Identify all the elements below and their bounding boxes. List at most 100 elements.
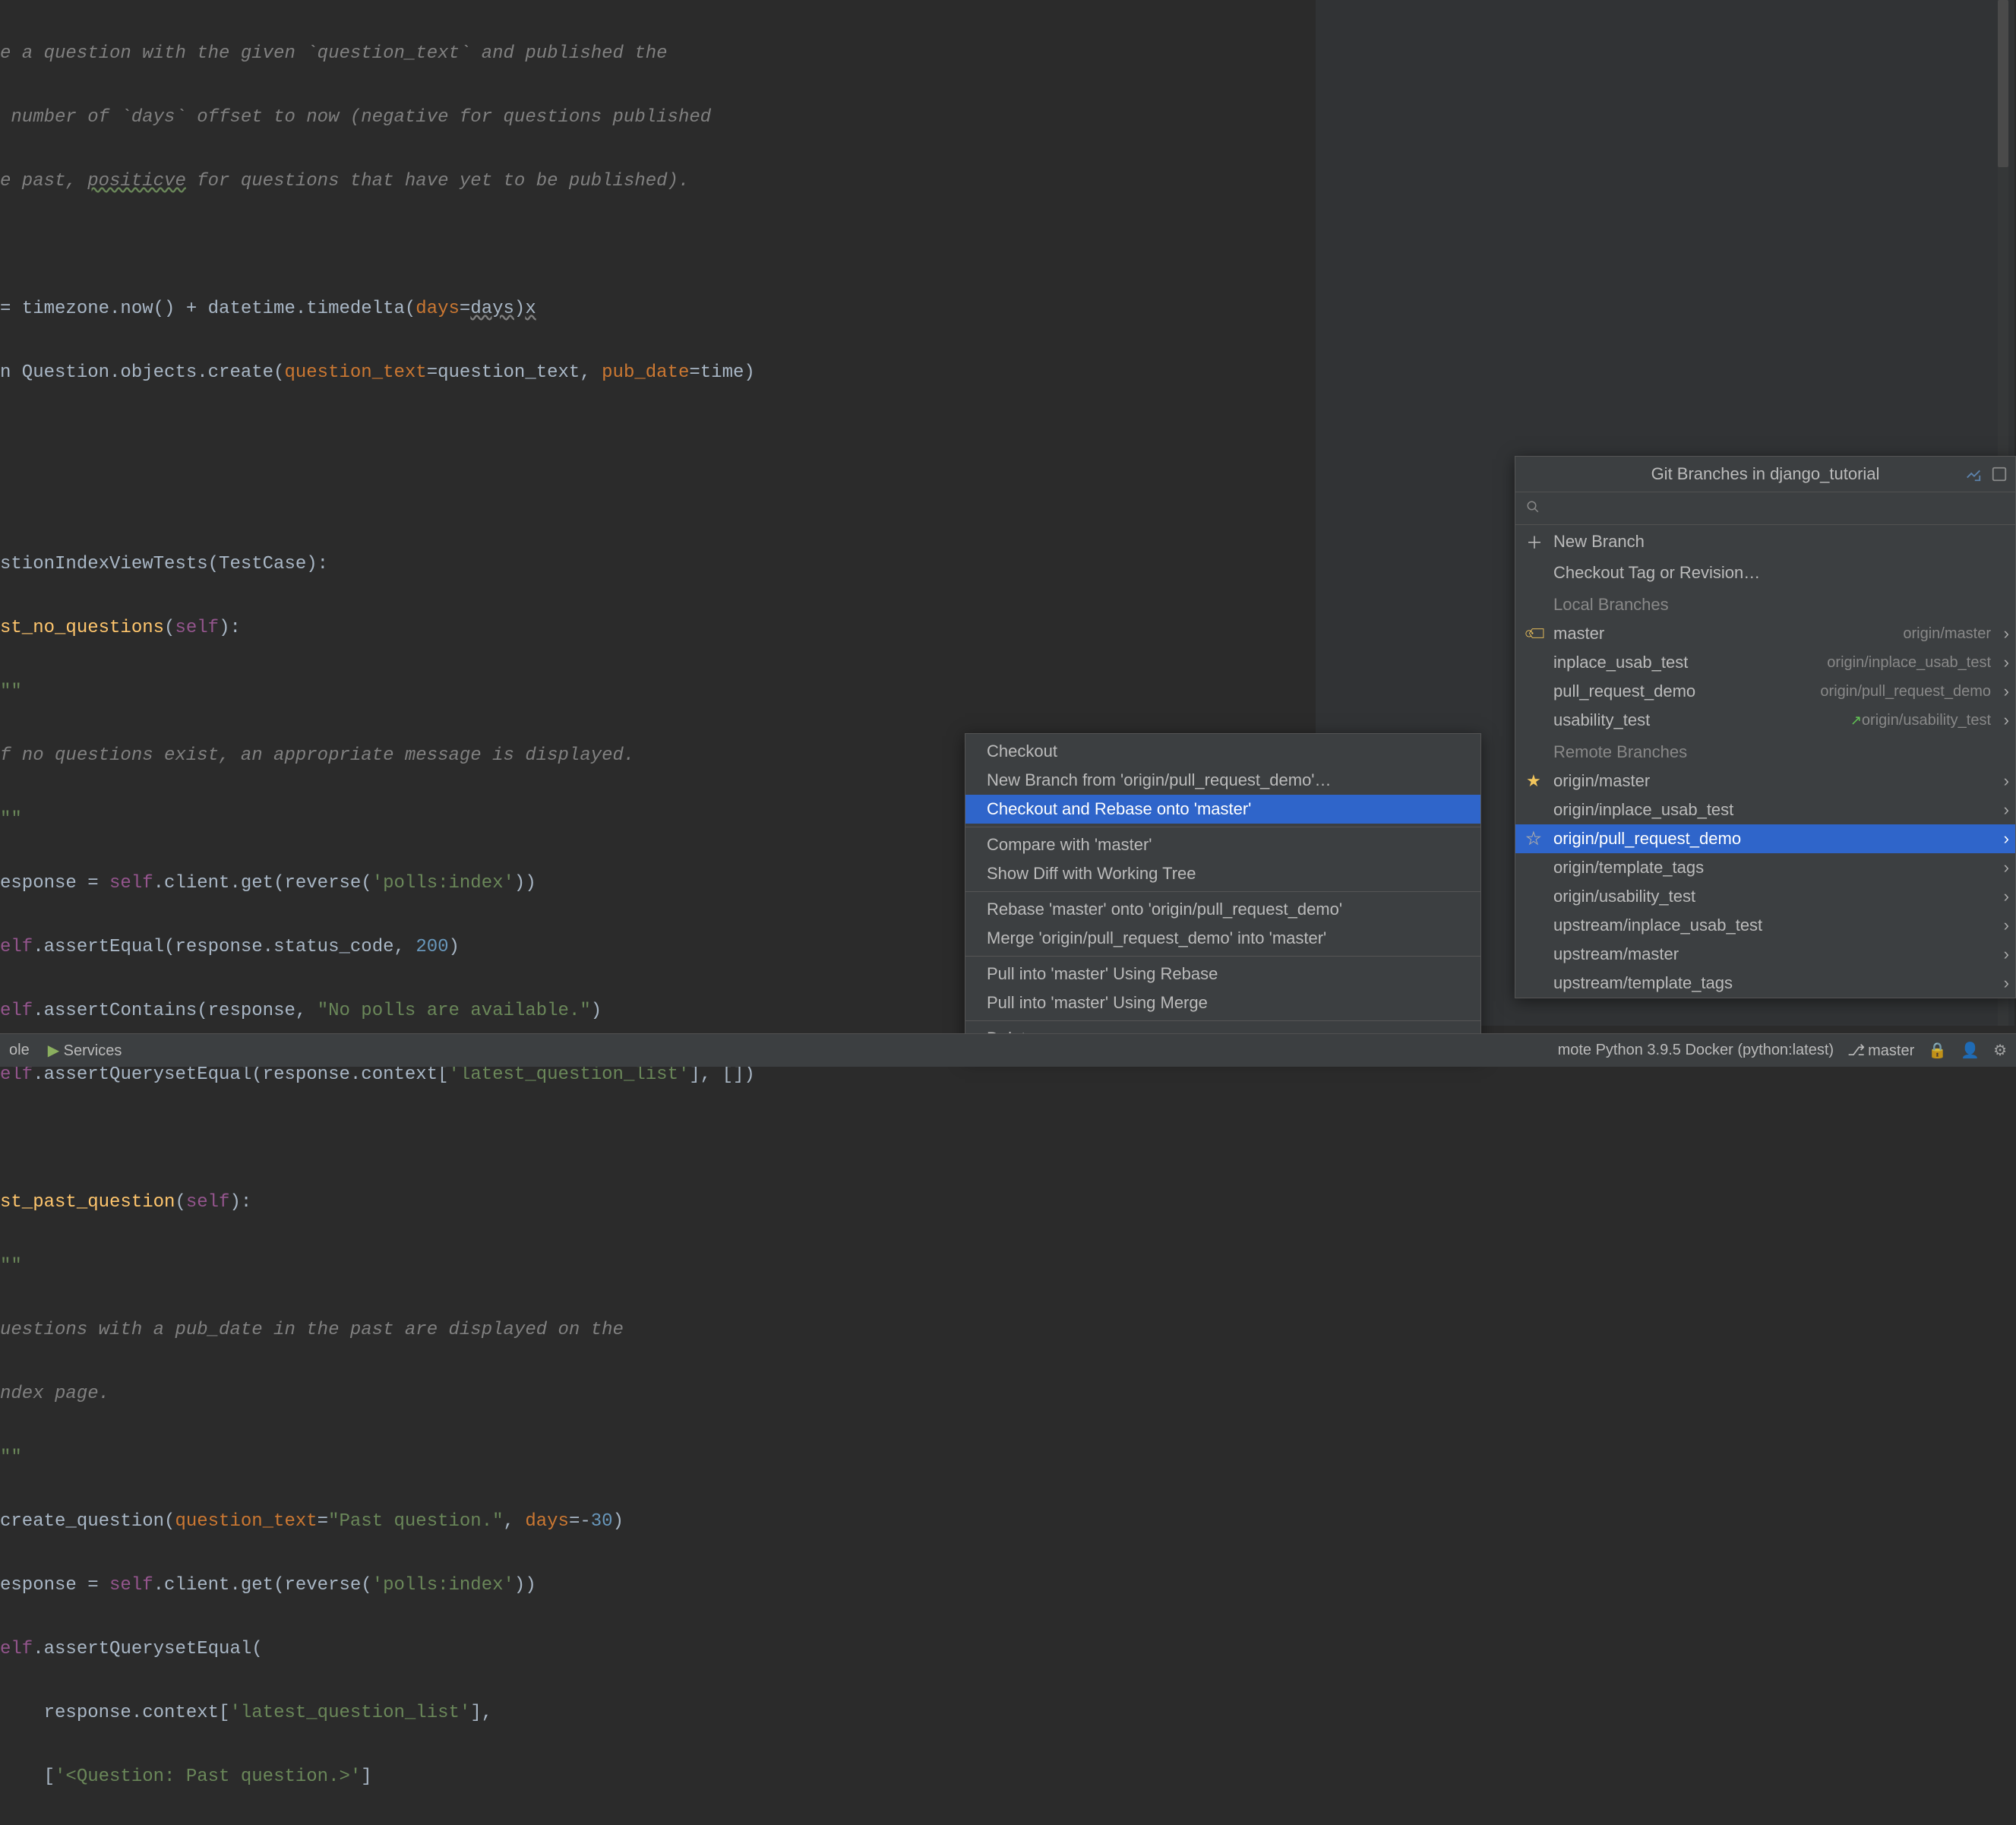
code-line: )) [514,873,536,894]
code-line: [ [0,1766,55,1787]
context-menu-separator [965,891,1480,892]
code-self: elf [0,1064,33,1085]
chevron-right-icon: › [2004,829,2009,849]
code-string: 'polls:index' [372,1575,514,1596]
code-line: )) [514,1575,536,1596]
branch-item[interactable]: usability_test↗origin/usability_test› [1515,706,2015,735]
code-line: ) [613,1511,624,1532]
code-line: .assertQuerysetEqual( [33,1639,262,1659]
branch-item[interactable]: upstream/inplace_usab_test› [1515,911,2015,940]
branch-item[interactable]: Checkout Tag or Revision… [1515,558,2015,587]
branches-heading: Remote Branches [1515,735,2015,767]
context-menu-item[interactable]: Pull into 'master' Using Rebase [965,960,1480,988]
chevron-right-icon: › [2004,800,2009,820]
tool-window-console[interactable]: ole [9,1042,30,1059]
code-string: "No polls are available." [318,1001,591,1021]
code-self: elf [0,1639,33,1659]
git-branches-popup: Git Branches in django_tutorial ＋New Bra… [1515,456,2016,998]
code-self: self [175,618,219,638]
code-line: ], []) [689,1064,754,1085]
branch-item[interactable]: origin/usability_test› [1515,882,2015,911]
branches-heading: Local Branches [1515,587,2015,619]
branch-item-label: Checkout Tag or Revision… [1553,563,2005,583]
context-menu-item[interactable]: New Branch from 'origin/pull_request_dem… [965,766,1480,795]
code-line: ( [175,1192,185,1213]
code-line: stionIndexViewTests(TestCase): [0,554,328,574]
branch-item[interactable]: ＋New Branch [1515,525,2015,558]
code-kwarg: question_text [284,362,426,383]
context-menu-item[interactable]: Checkout and Rebase onto 'master' [965,795,1480,824]
code-line: =question_text, [427,362,602,383]
context-menu-separator [965,956,1480,957]
code-line: ], [470,1703,492,1723]
branch-item[interactable]: ★origin/master› [1515,767,2015,795]
code-string: 'latest_question_list' [229,1703,470,1723]
code-func: st_past_question [0,1192,175,1213]
code-line: = timezone.now() + datetime.timedelta( [0,299,416,319]
chevron-right-icon: › [2004,710,2009,730]
branch-item[interactable]: pull_request_demoorigin/pull_request_dem… [1515,677,2015,706]
code-line: .assertQuerysetEqual(response.context[ [33,1064,448,1085]
code-self: self [186,1192,230,1213]
branch-item[interactable]: ★origin/pull_request_demo› [1515,824,2015,853]
tool-window-services[interactable]: ▶ Services [48,1041,122,1060]
code-kwarg: days [525,1511,569,1532]
code-docstring: "" [0,1447,22,1468]
branch-item[interactable]: upstream/template_tags› [1515,969,2015,998]
context-menu-item[interactable]: Pull into 'master' Using Merge [965,988,1480,1017]
branch-item-label: upstream/template_tags [1553,973,2005,993]
code-line: , [504,1511,526,1532]
branch-item[interactable]: upstream/master› [1515,940,2015,969]
scrollbar-thumb[interactable] [1998,0,2008,167]
branches-search-input[interactable] [1515,492,2015,525]
code-self: elf [0,937,33,957]
code-self: self [109,1575,153,1596]
branch-item-label: origin/template_tags [1553,858,2005,878]
git-branch-widget[interactable]: ⎇master [1847,1041,1914,1060]
code-line: create_question( [0,1511,175,1532]
code-line: .client.get(reverse( [153,873,372,894]
branch-item[interactable]: origin/template_tags› [1515,853,2015,882]
code-kwarg: days [416,299,460,319]
branch-item-label: New Branch [1553,532,2005,552]
context-menu-item[interactable]: Merge 'origin/pull_request_demo' into 'm… [965,924,1480,953]
branch-item[interactable]: inplace_usab_testorigin/inplace_usab_tes… [1515,648,2015,677]
interpreter-widget[interactable]: mote Python 3.9.5 Docker (python:latest) [1558,1042,1834,1059]
background-tasks-icon[interactable]: ⚙ [1993,1041,2007,1060]
code-line: ] [361,1766,371,1787]
code-line: ): [229,1192,251,1213]
branch-item-label: usability_test [1553,710,1846,730]
code-editor[interactable]: e a question with the given `question_te… [0,0,1124,1026]
branch-icon: ⎇ [1847,1042,1865,1059]
code-unused: x [525,299,536,319]
fetch-icon[interactable] [1965,466,1982,482]
code-docstring: "" [0,1256,22,1276]
code-line: n Question.objects.create( [0,362,284,383]
context-menu-item[interactable]: Compare with 'master' [965,830,1480,859]
code-line: =time) [689,362,754,383]
status-bar: ole ▶ Services mote Python 3.9.5 Docker … [0,1033,2016,1067]
context-menu-item[interactable]: Show Diff with Working Tree [965,859,1480,888]
branch-item-label: Remote Branches [1553,742,2005,762]
code-string: '<Question: Past question.>' [55,1766,361,1787]
branch-item[interactable]: 🏷masterorigin/master› [1515,619,2015,648]
context-menu-item[interactable]: Rebase 'master' onto 'origin/pull_reques… [965,895,1480,924]
settings-icon[interactable] [1991,466,2008,482]
code-line: ): [219,618,241,638]
branch-tracking-label: origin/inplace_usab_test [1827,654,1991,672]
chevron-right-icon: › [2004,973,2009,993]
branch-item-label: inplace_usab_test [1553,653,1827,672]
code-line: response.context[ [0,1703,229,1723]
code-typo: positicve [87,171,186,191]
context-menu-item[interactable]: Checkout [965,737,1480,766]
services-label: Services [64,1042,122,1059]
chevron-right-icon: › [2004,916,2009,935]
inspection-icon[interactable]: 👤 [1961,1041,1980,1060]
branch-tracking-label: origin/pull_request_demo [1820,683,1991,701]
code-docstring: ndex page. [0,1384,109,1404]
branch-item-label: origin/master [1553,771,2005,791]
branch-item-icon: ★ [1526,771,1553,791]
lock-icon[interactable]: 🔒 [1928,1041,1947,1060]
chevron-right-icon: › [2004,771,2009,791]
branch-item[interactable]: origin/inplace_usab_test› [1515,795,2015,824]
